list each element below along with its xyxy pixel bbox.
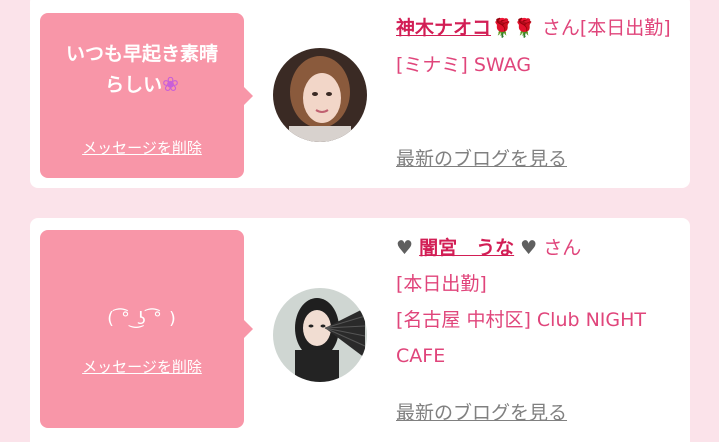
heart-icon: ♥ (396, 237, 414, 259)
san-label: さん (543, 237, 582, 259)
latest-blog-link[interactable]: 最新のブログを見る (396, 144, 567, 171)
avatar[interactable] (273, 48, 367, 142)
name-link[interactable]: 闇宮 うな (419, 237, 514, 259)
name-link[interactable]: 神木ナオコ (396, 17, 491, 39)
shop-name: [ミナミ] SWAG (396, 54, 532, 76)
heart-icon: ♥ (520, 237, 538, 259)
latest-blog-link[interactable]: 最新のブログを見る (396, 398, 567, 425)
message-bubble: いつも早起き素晴 らしい❀ メッセージを削除 (40, 13, 253, 178)
rose-icon: 🌹🌹 (491, 18, 536, 39)
message-bubble: ( ͡° ͜ʖ ͡° ) メッセージを削除 (40, 230, 253, 428)
delete-message-link[interactable]: メッセージを削除 (40, 137, 244, 158)
profile-info: 神木ナオコ🌹🌹 さん[本日出勤] [ミナミ] SWAG (396, 10, 680, 83)
work-status: [本日出勤] (396, 273, 487, 295)
message-line2: らしい (105, 74, 163, 96)
san-status: さん[本日出勤] (541, 17, 671, 39)
shop-name: [名古屋 中村区] Club NIGHT CAFE (396, 309, 647, 367)
message-text: ( ͡° ͜ʖ ͡° ) (107, 309, 177, 329)
message-line1: いつも早起き素晴 (65, 43, 218, 65)
delete-message-link[interactable]: メッセージを削除 (40, 356, 244, 377)
message-text: いつも早起き素晴 らしい❀ (40, 39, 244, 100)
profile-info: ♥ 闇宮 うな ♥ さん [本日出勤] [名古屋 中村区] Club NIGHT… (396, 230, 680, 374)
avatar[interactable] (273, 288, 367, 382)
clover-icon: ❀ (162, 72, 179, 96)
message-card: いつも早起き素晴 らしい❀ メッセージを削除 神木ナオコ🌹🌹 さん[本日出勤] … (30, 0, 690, 188)
message-card: ( ͡° ͜ʖ ͡° ) メッセージを削除 ♥ 闇宮 うな ♥ さん [本日出勤… (30, 218, 690, 442)
